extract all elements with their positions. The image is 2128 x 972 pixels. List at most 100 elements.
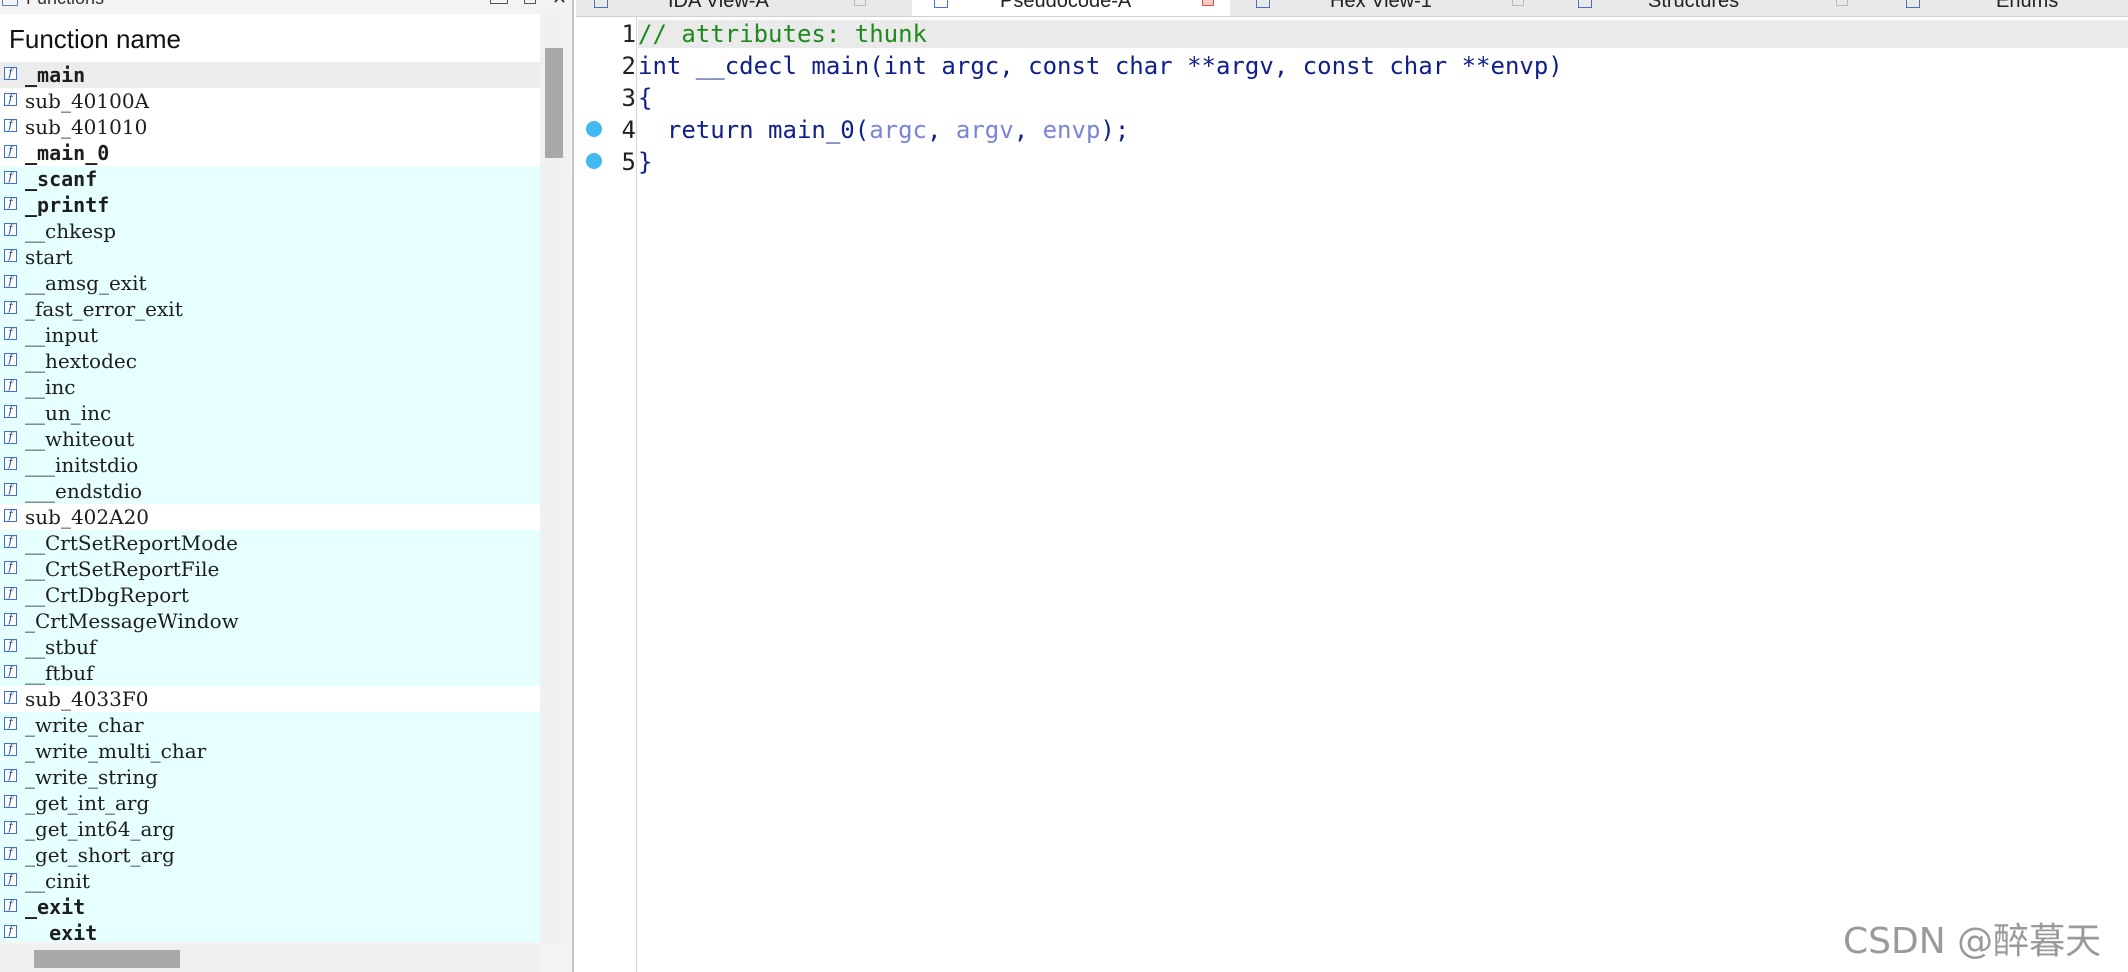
function-icon: f — [4, 93, 17, 106]
function-row[interactable]: f ___endstdio — [0, 478, 540, 504]
function-name: _get_int64_arg — [25, 817, 175, 841]
return-call[interactable]: return main_0( — [638, 116, 869, 144]
function-row[interactable]: f sub_401010 — [0, 114, 540, 140]
function-name: _fast_error_exit — [25, 297, 183, 321]
function-row[interactable]: f _get_short_arg — [0, 842, 540, 868]
function-row[interactable]: f __chkesp — [0, 218, 540, 244]
code-line-close-brace[interactable]: } — [638, 148, 652, 176]
function-row[interactable]: f __un_inc — [0, 400, 540, 426]
close-tab-icon[interactable] — [1836, 0, 1848, 6]
close-tab-icon[interactable] — [854, 0, 866, 6]
function-row[interactable]: f __exit — [0, 920, 540, 942]
function-icon: f — [4, 769, 17, 782]
function-row[interactable]: f ___initstdio — [0, 452, 540, 478]
function-row[interactable]: f _get_int64_arg — [0, 816, 540, 842]
function-name: _write_char — [25, 713, 144, 737]
breakpoint-marker-icon[interactable] — [586, 121, 602, 137]
function-name: __stbuf — [25, 635, 97, 659]
tab-label: Structures — [1648, 0, 1740, 12]
function-name: ___initstdio — [25, 453, 139, 477]
pin-icon[interactable] — [524, 0, 536, 4]
tab-label: Hex View-1 — [1330, 0, 1432, 12]
function-row[interactable]: f __stbuf — [0, 634, 540, 660]
function-name: __input — [25, 323, 98, 347]
function-name: __inc — [25, 375, 76, 399]
tab-label: IDA View-A — [668, 0, 769, 12]
function-row[interactable]: f sub_402A20 — [0, 504, 540, 530]
function-icon: f — [4, 197, 17, 210]
line-number: 2 — [621, 52, 636, 80]
close-tab-icon[interactable] — [1512, 0, 1524, 6]
function-name: _main_0 — [25, 141, 110, 165]
function-row[interactable]: f _main — [0, 62, 540, 88]
function-row[interactable]: f _exit — [0, 894, 540, 920]
function-name: __chkesp — [25, 219, 117, 243]
argument-argv[interactable]: argv — [956, 116, 1014, 144]
function-name: start — [25, 245, 73, 269]
code-line-signature[interactable]: int __cdecl main(int argc, const char **… — [638, 52, 1563, 80]
function-name: __CrtSetReportMode — [25, 531, 238, 555]
horizontal-scrollbar[interactable] — [0, 944, 540, 972]
function-row[interactable]: f start — [0, 244, 540, 270]
tab-enums[interactable]: Enums — [1884, 0, 2128, 16]
enums-icon — [1906, 0, 1920, 8]
function-row[interactable]: f __cinit — [0, 868, 540, 894]
function-row[interactable]: f _main_0 — [0, 140, 540, 166]
close-tab-icon[interactable] — [1202, 0, 1214, 6]
line-number-gutter[interactable]: 1 2 3 4 5 — [576, 17, 637, 972]
vertical-scrollbar[interactable] — [541, 14, 567, 944]
function-row[interactable]: f _CrtMessageWindow — [0, 608, 540, 634]
tab-hex-view-1[interactable]: Hex View-1 — [1236, 0, 1554, 16]
function-row[interactable]: f sub_40100A — [0, 88, 540, 114]
function-row[interactable]: f _fast_error_exit — [0, 296, 540, 322]
panel-titlebar: Functions ✕ — [2, 0, 568, 8]
breakpoint-marker-icon[interactable] — [586, 153, 602, 169]
argument-envp[interactable]: envp — [1043, 116, 1101, 144]
function-icon: f — [4, 483, 17, 496]
function-row[interactable]: f __whiteout — [0, 426, 540, 452]
horizontal-scroll-thumb[interactable] — [34, 950, 180, 968]
function-row[interactable]: f _get_int_arg — [0, 790, 540, 816]
code-line-open-brace[interactable]: { — [638, 84, 652, 112]
argument-argc[interactable]: argc — [869, 116, 927, 144]
functions-window-icon — [2, 0, 18, 6]
function-row[interactable]: f __amsg_exit — [0, 270, 540, 296]
function-icon: f — [4, 327, 17, 340]
function-icon: f — [4, 171, 17, 184]
function-row[interactable]: f __CrtDbgReport — [0, 582, 540, 608]
pseudocode-view[interactable]: 1 2 3 4 5 // attributes: thunk int __cde… — [576, 17, 2128, 972]
float-window-icon[interactable] — [490, 0, 508, 4]
function-row[interactable]: f _printf — [0, 192, 540, 218]
code-line-return[interactable]: return main_0(argc, argv, envp); — [638, 116, 1129, 144]
code-line-comment[interactable]: // attributes: thunk — [638, 20, 2128, 48]
function-row[interactable]: f _write_char — [0, 712, 540, 738]
tab-structures[interactable]: Structures — [1560, 0, 1878, 16]
function-name: __whiteout — [25, 427, 135, 451]
function-row[interactable]: f __CrtSetReportMode — [0, 530, 540, 556]
tab-pseudocode-a[interactable]: Pseudocode-A — [912, 0, 1230, 16]
function-row[interactable]: f _write_string — [0, 764, 540, 790]
function-icon: f — [4, 587, 17, 600]
tab-bar: IDA View-A Pseudocode-A Hex View-1 Struc… — [576, 0, 2128, 17]
function-row[interactable]: f _write_multi_char — [0, 738, 540, 764]
function-row[interactable]: f sub_4033F0 — [0, 686, 540, 712]
function-row[interactable]: f _scanf — [0, 166, 540, 192]
function-icon: f — [4, 743, 17, 756]
vertical-scroll-thumb[interactable] — [545, 48, 563, 158]
function-icon: f — [4, 67, 17, 80]
function-row[interactable]: f __input — [0, 322, 540, 348]
function-name: __CrtSetReportFile — [25, 557, 220, 581]
function-name: ___endstdio — [25, 479, 143, 503]
function-row[interactable]: f __inc — [0, 374, 540, 400]
function-row[interactable]: f __CrtSetReportFile — [0, 556, 540, 582]
functions-panel: Functions ✕ Function name f_mainfsub_401… — [0, 0, 574, 972]
function-icon: f — [4, 899, 17, 912]
function-name-column-header[interactable]: Function name — [0, 14, 540, 65]
function-row[interactable]: f __hextodec — [0, 348, 540, 374]
function-name: __hextodec — [25, 349, 137, 373]
close-panel-icon[interactable]: ✕ — [552, 0, 568, 8]
tab-ida-view-a[interactable]: IDA View-A — [576, 0, 906, 16]
function-row[interactable]: f __ftbuf — [0, 660, 540, 686]
function-icon: f — [4, 821, 17, 834]
watermark: CSDN @醉暮天 — [1843, 921, 2102, 962]
